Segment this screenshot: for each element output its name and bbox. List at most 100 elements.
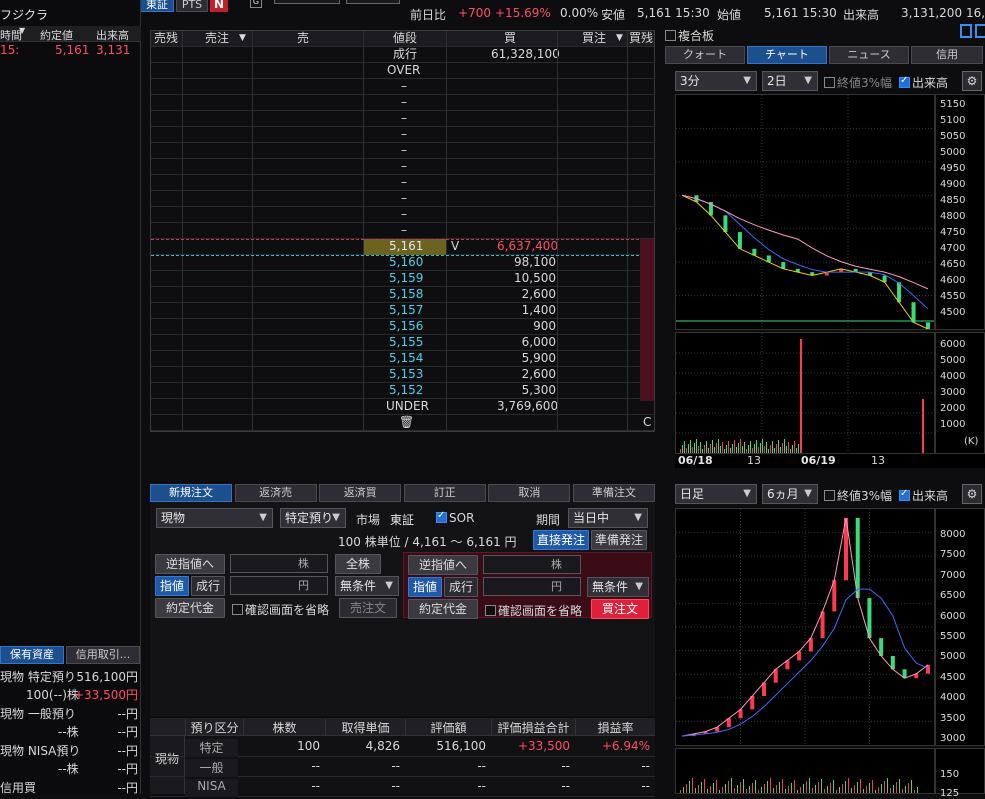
buy-limit-button[interactable]: 指値 xyxy=(408,577,442,597)
order-tab[interactable]: 返済売 xyxy=(234,484,317,502)
volume-bar xyxy=(764,446,765,453)
row-price[interactable]: 5,153 xyxy=(389,367,423,383)
volume-bar xyxy=(704,779,705,793)
sor-checkbox[interactable]: SOR xyxy=(436,510,474,525)
row-price[interactable]: 5,161 xyxy=(389,239,423,255)
daily-3pct-checkbox[interactable]: 終値3%幅 xyxy=(824,487,892,504)
order-type-select[interactable]: 現物 ▼ xyxy=(156,508,273,528)
intraday-settings-icon[interactable]: ⚙ xyxy=(962,71,982,91)
daily-range-select[interactable]: 6ヵ月 ▼ xyxy=(762,484,818,504)
intraday-volume-checkbox[interactable]: 出来高 xyxy=(899,74,948,91)
order-tab[interactable]: 取消 xyxy=(488,484,571,502)
composite-checkbox[interactable]: 複合板 xyxy=(665,27,714,44)
sell-all-button[interactable]: 全株 xyxy=(335,554,381,574)
row-price[interactable]: 成行 xyxy=(393,47,417,63)
sort-icon[interactable]: ▼ xyxy=(19,26,25,35)
right-tab[interactable]: ニュース xyxy=(829,46,909,64)
volume-bar xyxy=(701,782,702,793)
daily-settings-icon[interactable]: ⚙ xyxy=(962,484,982,504)
order-tab[interactable]: 準備注文 xyxy=(573,484,655,502)
axis-tick-label: 5000 xyxy=(940,147,966,158)
right-tab[interactable]: チャート xyxy=(747,46,827,64)
volume-bar xyxy=(794,441,795,453)
account-select[interactable]: 特定預り ▼ xyxy=(280,508,346,528)
row-price: OVER xyxy=(387,63,421,77)
daily-price-chart[interactable] xyxy=(675,508,935,746)
intraday-3pct-checkbox[interactable]: 終値3%幅 xyxy=(824,74,892,91)
row-price[interactable]: 5,155 xyxy=(389,335,423,351)
sell-qty-input[interactable]: 株 xyxy=(230,554,328,573)
buy-submit-button[interactable]: 買注文 xyxy=(591,599,649,619)
period-select[interactable]: 当日中 ▼ xyxy=(568,508,648,528)
axis-tick-label: 3000 xyxy=(940,387,966,398)
trash-icon[interactable]: 🗑 xyxy=(399,415,414,431)
sell-amount-button[interactable]: 約定代金 xyxy=(155,598,225,618)
daily-volume-checkbox[interactable]: 出来高 xyxy=(899,487,948,504)
tab-margin[interactable]: 信用取引... xyxy=(66,646,140,664)
buy-stop-button[interactable]: 逆指値へ xyxy=(408,555,478,575)
sell-market-button[interactable]: 成行 xyxy=(191,576,225,596)
intraday-interval-select[interactable]: 3分 ▼ xyxy=(675,71,757,91)
axis-tick-label: 4600 xyxy=(940,275,966,286)
axis-tick-label: 2000 xyxy=(940,403,966,414)
intraday-volume-chart[interactable] xyxy=(675,332,935,454)
direct-order-button[interactable]: 直接発注 xyxy=(533,530,589,550)
volume-bar xyxy=(738,443,739,453)
right-tab[interactable]: 信用 xyxy=(911,46,983,64)
top-button-1[interactable] xyxy=(274,0,340,4)
sell-price-input[interactable]: 円 xyxy=(230,576,328,595)
layout-icon[interactable] xyxy=(960,24,972,38)
dash-placeholder: – xyxy=(401,223,407,237)
volume-bar xyxy=(833,780,834,793)
intraday-price-chart[interactable] xyxy=(675,94,935,330)
row-price[interactable]: 5,158 xyxy=(389,287,423,303)
hdr-buy-order-sort-icon[interactable]: ▼ xyxy=(616,31,623,47)
tab-holdings[interactable]: 保有資産 xyxy=(0,646,64,664)
buy-confirm-checkbox[interactable]: 確認画面を省略 xyxy=(485,602,582,619)
buy-amount-button[interactable]: 約定代金 xyxy=(408,599,478,619)
dash-placeholder: – xyxy=(401,79,407,93)
daily-volume-chart[interactable] xyxy=(675,748,935,794)
layout-icon-2[interactable] xyxy=(975,24,985,38)
volume-bar xyxy=(730,448,731,453)
row-price[interactable]: 5,154 xyxy=(389,351,423,367)
order-tab[interactable]: 返済買 xyxy=(319,484,402,502)
bid-row: 5,156 900 xyxy=(151,319,654,335)
top-button-2[interactable] xyxy=(346,0,400,4)
order-tab[interactable]: 訂正 xyxy=(403,484,486,502)
right-tab[interactable]: クォート xyxy=(665,46,745,64)
axis-tick-label: 6000 xyxy=(940,339,966,350)
row-price[interactable]: 5,159 xyxy=(389,271,423,287)
hdr-buy-order[interactable]: 買注 xyxy=(582,31,606,47)
volume-bar xyxy=(736,447,737,453)
market-tab-tosho[interactable]: 東証 xyxy=(140,0,174,12)
row-price[interactable]: 5,156 xyxy=(389,319,423,335)
sell-cond-select[interactable]: 無条件 ▼ xyxy=(335,576,399,596)
candle xyxy=(897,282,902,303)
volume-bar xyxy=(742,446,743,453)
hdr-sell-order-sort-icon[interactable]: ▼ xyxy=(239,31,246,47)
row-price[interactable]: 5,152 xyxy=(389,383,423,399)
prep-order-button[interactable]: 準備発注 xyxy=(591,530,647,550)
intraday-range-select[interactable]: 2日 ▼ xyxy=(762,71,818,91)
buy-qty-input[interactable]: 株 xyxy=(483,555,581,574)
low-label: 安値 xyxy=(601,8,626,22)
c-button[interactable]: C xyxy=(643,415,651,431)
order-tab[interactable]: 新規注文 xyxy=(150,484,232,502)
volume-bar xyxy=(743,779,744,793)
buy-price-input[interactable]: 円 xyxy=(483,577,581,596)
buy-market-button[interactable]: 成行 xyxy=(444,577,478,597)
sell-limit-button[interactable]: 指値 xyxy=(155,576,189,596)
row-price[interactable]: 5,157 xyxy=(389,303,423,319)
volume-bar xyxy=(702,449,703,453)
buy-cond-select[interactable]: 無条件 ▼ xyxy=(587,577,649,597)
row-price[interactable]: 5,160 xyxy=(389,255,423,271)
empty-price-row: – xyxy=(151,95,654,111)
daily-interval-select[interactable]: 日足 ▼ xyxy=(675,484,757,504)
sell-confirm-checkbox[interactable]: 確認画面を省略 xyxy=(232,601,329,618)
hdr-sell-order[interactable]: 売注 xyxy=(205,31,229,47)
sell-stop-button[interactable]: 逆指値へ xyxy=(155,554,225,574)
g-badge[interactable]: G xyxy=(250,0,262,8)
market-tab-pts[interactable]: PTS xyxy=(176,0,208,12)
sell-submit-button[interactable]: 売注文 xyxy=(339,598,397,618)
